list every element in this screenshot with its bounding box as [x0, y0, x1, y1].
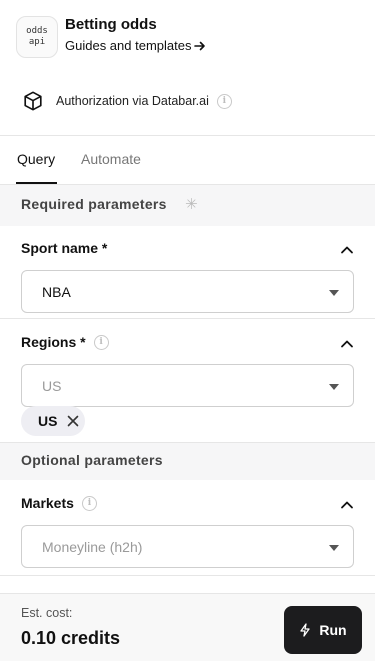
lightning-icon	[300, 623, 311, 637]
chevron-up-icon[interactable]	[339, 242, 355, 258]
info-icon[interactable]: i	[216, 93, 232, 109]
run-button[interactable]: Run	[284, 606, 362, 654]
authorization-text: Authorization via Databar.ai	[56, 94, 209, 108]
sport-name-select[interactable]: NBA	[21, 270, 354, 313]
tab-automate[interactable]: Automate	[81, 151, 141, 167]
section-title: Required parameters	[21, 196, 167, 212]
authorization-row: Authorization via Databar.ai i	[22, 88, 232, 114]
info-icon[interactable]: i	[81, 495, 97, 511]
markets-label: Markets i	[21, 495, 97, 511]
chevron-up-icon[interactable]	[339, 336, 355, 352]
app-title: Betting odds	[65, 16, 157, 33]
markets-select[interactable]: Moneyline (h2h)	[21, 525, 354, 568]
field-label: Regions *	[21, 334, 86, 350]
cost-label: Est. cost:	[21, 606, 73, 620]
region-chip: US	[21, 406, 85, 436]
run-label: Run	[319, 622, 347, 638]
close-icon[interactable]	[67, 415, 79, 427]
sport-name-label: Sport name *	[21, 240, 107, 256]
app-logo: odds api	[16, 16, 58, 58]
field-label: Markets	[21, 495, 74, 511]
logo-text: odds api	[26, 26, 48, 47]
field-label: Sport name *	[21, 240, 108, 256]
guides-link-label: Guides and templates	[65, 38, 192, 53]
arrow-right-icon	[194, 41, 206, 50]
info-icon[interactable]: i	[93, 334, 109, 350]
required-parameters-header: Required parameters ✳	[0, 185, 375, 226]
divider	[0, 575, 375, 576]
caret-down-icon	[329, 384, 339, 390]
app-header: odds api Betting odds Guides and templat…	[0, 0, 375, 74]
select-placeholder: Moneyline (h2h)	[42, 539, 143, 555]
divider	[0, 318, 375, 319]
chip-label: US	[38, 413, 58, 429]
regions-select[interactable]: US	[21, 364, 354, 407]
tab-query[interactable]: Query	[17, 151, 55, 167]
cube-icon	[24, 91, 42, 111]
guides-link[interactable]: Guides and templates	[65, 38, 206, 53]
tab-bar: Query Automate	[0, 136, 375, 184]
cost-footer: Est. cost: 0.10 credits Run	[0, 593, 375, 661]
chevron-up-icon[interactable]	[339, 497, 355, 513]
select-placeholder: US	[42, 378, 62, 394]
cost-value: 0.10 credits	[21, 628, 121, 648]
select-value: NBA	[42, 284, 71, 300]
asterisk-icon: ✳	[185, 196, 198, 213]
caret-down-icon	[329, 545, 339, 551]
section-title: Optional parameters	[21, 452, 163, 468]
regions-label: Regions * i	[21, 334, 109, 350]
optional-parameters-header: Optional parameters	[0, 443, 375, 480]
caret-down-icon	[329, 290, 339, 296]
